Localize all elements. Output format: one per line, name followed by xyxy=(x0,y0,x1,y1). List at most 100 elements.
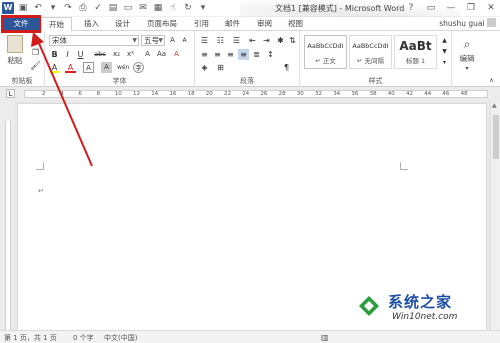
strikethrough-button[interactable]: abc xyxy=(92,49,108,60)
tab-references[interactable]: 引用 xyxy=(187,17,216,31)
grow-font-icon[interactable]: A xyxy=(167,35,178,46)
restore-button[interactable]: ❐ xyxy=(464,1,478,15)
tab-file[interactable]: 文件 xyxy=(1,16,41,32)
font-name-combo[interactable]: 宋体 ▼ xyxy=(49,35,139,46)
text-effects-icon[interactable]: A xyxy=(142,49,153,60)
paragraph-mark: ↵ xyxy=(38,187,44,195)
chinese-layout-icon[interactable]: ✱ xyxy=(275,35,286,46)
new-document-icon[interactable]: ▤ xyxy=(107,2,119,14)
vertical-ruler[interactable] xyxy=(0,101,14,331)
tab-review[interactable]: 审阅 xyxy=(250,17,279,31)
shrink-font-icon[interactable]: A xyxy=(179,35,190,46)
language[interactable]: 中文(中国) xyxy=(104,333,137,343)
styles-down-icon[interactable]: ▼ xyxy=(439,46,450,57)
show-marks-icon[interactable]: ¶ xyxy=(281,62,292,73)
touch-mode-icon[interactable]: ☝ xyxy=(167,2,179,14)
tab-home[interactable]: 开始 xyxy=(41,17,72,32)
tab-page-layout[interactable]: 页面布局 xyxy=(140,17,184,31)
format-painter-icon[interactable]: 🖌 xyxy=(30,60,41,71)
spelling-icon[interactable]: ✓ xyxy=(92,2,104,14)
styles-up-icon[interactable]: ▲ xyxy=(439,35,450,46)
style-name: ↵ 正文 xyxy=(315,57,336,65)
increase-indent-icon[interactable]: ⇥ xyxy=(261,35,272,46)
horizontal-ruler[interactable]: L 2 4 6 8 10 12 14 16 18 20 22 24 26 28 30 32 34 36 38 40 42… xyxy=(0,87,500,101)
font-size-combo[interactable]: 五号 ▼ xyxy=(141,35,165,46)
ruler-band xyxy=(5,121,11,331)
phonetic-guide-icon[interactable]: wén xyxy=(117,62,129,73)
character-border-icon[interactable]: A xyxy=(83,62,94,73)
distributed-icon[interactable]: ≣ xyxy=(251,49,262,60)
user-account[interactable]: shushu guai xyxy=(439,18,496,28)
undo-icon[interactable]: ↶ xyxy=(32,2,44,14)
editing-button[interactable]: ⌕ 编辑 ▾ xyxy=(455,37,479,74)
character-shading-icon[interactable]: A xyxy=(101,62,112,73)
help-icon[interactable]: ? xyxy=(404,1,418,15)
ribbon-display-icon[interactable]: ▭ xyxy=(424,1,438,15)
user-name: shushu guai xyxy=(439,19,485,28)
bold-button[interactable]: B xyxy=(49,49,60,60)
italic-button[interactable]: I xyxy=(62,49,73,60)
align-center-icon[interactable]: ≡ xyxy=(212,49,223,60)
cut-icon[interactable]: ✂ xyxy=(30,34,41,45)
subscript-button[interactable]: x₂ xyxy=(111,49,122,60)
redo-icon[interactable]: ↷ xyxy=(62,2,74,14)
ruler-number: 32 xyxy=(315,91,322,97)
open-icon[interactable]: ▭ xyxy=(122,2,134,14)
underline-button[interactable]: U xyxy=(75,49,86,60)
save-icon[interactable]: ▣ xyxy=(17,2,29,14)
minimize-button[interactable]: — xyxy=(444,1,458,15)
paragraph-group-label: 段落 xyxy=(240,77,254,85)
clear-formatting-icon[interactable]: A xyxy=(171,49,182,60)
tab-view[interactable]: 视图 xyxy=(281,17,310,31)
word-app-icon[interactable]: W xyxy=(2,2,14,14)
highlight-color-icon[interactable]: A xyxy=(49,62,60,73)
repeat-icon[interactable]: ↻ xyxy=(182,2,194,14)
style-normal[interactable]: AaBbCcDdI ↵ 正文 xyxy=(304,35,347,69)
style-sample: AaBbCcDdI xyxy=(352,42,389,50)
collapse-ribbon-icon[interactable]: ∧ xyxy=(486,75,497,86)
superscript-button[interactable]: x² xyxy=(125,49,136,60)
line-spacing-icon[interactable]: ↕ xyxy=(265,49,276,60)
page-count[interactable]: 第 1 页，共 1 页 xyxy=(4,333,57,343)
sort-icon[interactable]: ⇅ xyxy=(287,35,298,46)
customize-qat-icon[interactable]: ▾ xyxy=(197,2,209,14)
window-controls: ? ▭ — ❐ ✕ xyxy=(404,1,498,15)
draw-table-icon[interactable]: ▦ xyxy=(152,2,164,14)
tab-selector-icon[interactable]: L xyxy=(6,89,15,98)
scroll-up-icon[interactable]: ▲ xyxy=(492,102,497,109)
style-sample: AaBt xyxy=(399,39,432,53)
shading-icon[interactable]: ◈ xyxy=(199,62,210,73)
paste-icon xyxy=(7,35,23,53)
tab-insert[interactable]: 插入 xyxy=(77,17,106,31)
email-icon[interactable]: ✉ xyxy=(137,2,149,14)
read-mode-icon[interactable]: ▥ xyxy=(321,333,329,342)
close-button[interactable]: ✕ xyxy=(484,1,498,15)
style-name: 标题 1 xyxy=(405,57,426,65)
ruler-band xyxy=(24,90,488,98)
numbering-icon[interactable]: ☷ xyxy=(215,35,226,46)
styles-more-icon[interactable]: ▾ xyxy=(439,57,450,68)
chevron-down-icon: ▾ xyxy=(465,65,469,72)
borders-icon[interactable]: ⊞ xyxy=(215,62,226,73)
bullets-icon[interactable]: ☰ xyxy=(199,35,210,46)
align-right-icon[interactable]: ≡ xyxy=(225,49,236,60)
tab-design[interactable]: 设计 xyxy=(108,17,137,31)
copy-icon[interactable]: ❐ xyxy=(30,47,41,58)
tab-mailings[interactable]: 邮件 xyxy=(218,17,247,31)
multilevel-list-icon[interactable]: ☰ xyxy=(231,35,242,46)
styles-group-label: 样式 xyxy=(368,77,383,85)
justify-icon[interactable]: ≡ xyxy=(238,49,249,60)
style-no-spacing[interactable]: AaBbCcDdI ↵ 无间隔 xyxy=(349,35,392,69)
style-sample: AaBbCcDdI xyxy=(307,42,344,50)
align-left-icon[interactable]: ≡ xyxy=(199,49,210,60)
print-preview-icon[interactable]: ⎙ xyxy=(77,2,89,14)
paste-button[interactable]: 粘贴 xyxy=(3,35,27,69)
scrollbar-thumb[interactable] xyxy=(493,115,499,159)
undo-dropdown-icon[interactable]: ▾ xyxy=(47,2,59,14)
word-count[interactable]: 0 个字 xyxy=(73,333,94,343)
change-case-button[interactable]: Aa xyxy=(156,49,167,60)
enclose-characters-icon[interactable]: 字 xyxy=(133,62,144,73)
decrease-indent-icon[interactable]: ⇤ xyxy=(247,35,258,46)
font-color-icon[interactable]: A xyxy=(65,62,76,73)
style-heading-1[interactable]: AaBt 标题 1 xyxy=(394,35,437,69)
